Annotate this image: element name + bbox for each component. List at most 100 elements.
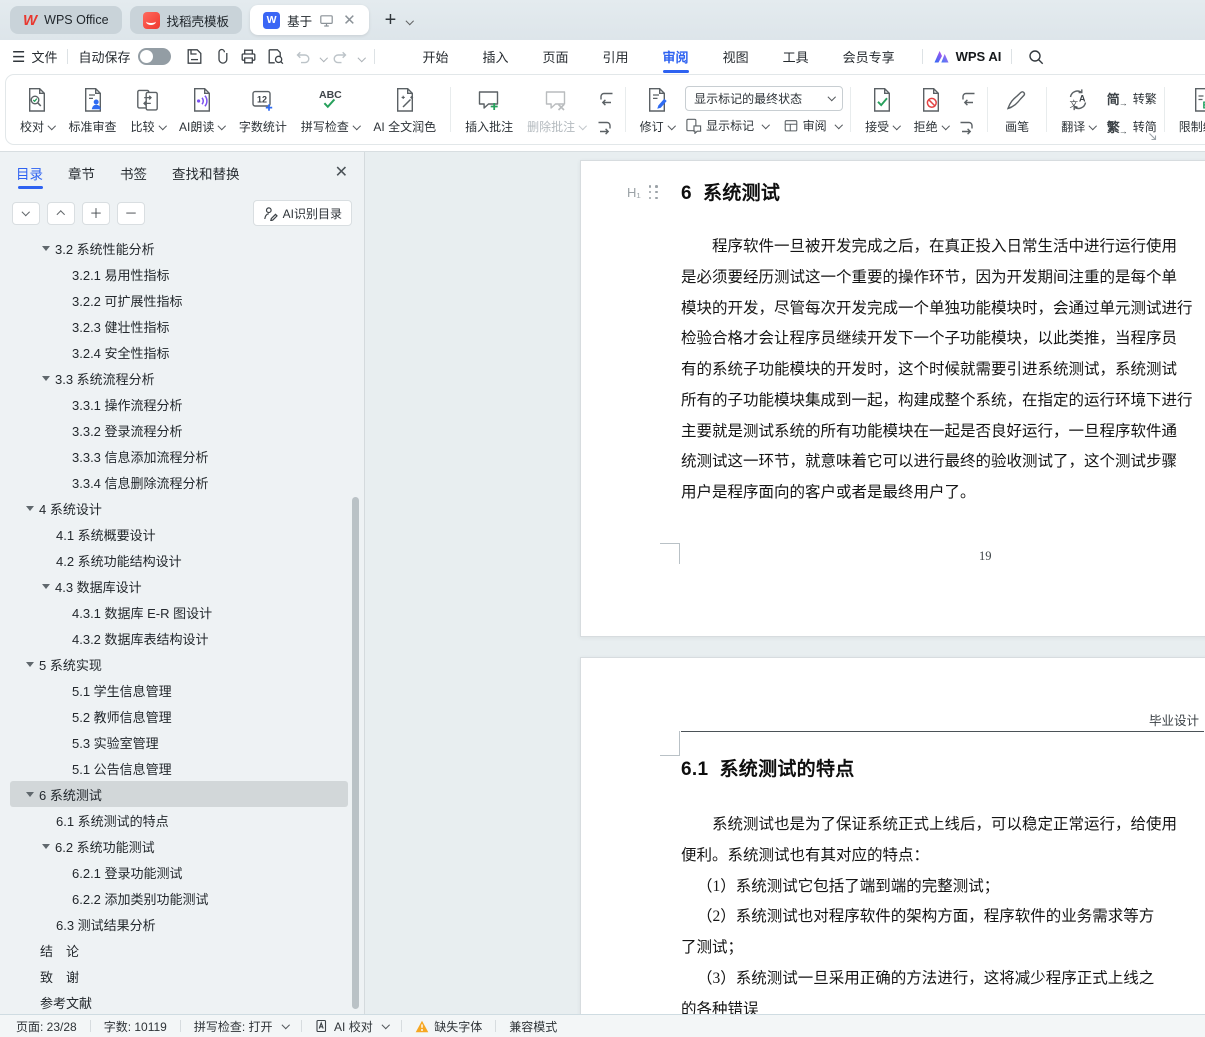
toc-item[interactable]: 5 系统实现 <box>10 651 348 677</box>
undo-chevron-icon[interactable] <box>316 49 329 64</box>
previous-change-icon[interactable] <box>958 89 977 108</box>
expand-all-button[interactable] <box>12 201 40 225</box>
next-comment-icon[interactable] <box>596 118 615 137</box>
menu-home[interactable]: 开始 <box>405 40 465 73</box>
standard-review-button[interactable]: 标准审查 <box>62 79 124 140</box>
tab-bookmarks[interactable]: 书签 <box>120 152 147 194</box>
new-tab-button[interactable]: + <box>385 10 397 30</box>
track-changes-button[interactable]: 修订 <box>633 79 682 140</box>
tab-chapters[interactable]: 章节 <box>68 152 95 194</box>
toc-item[interactable]: 3.3.3 信息添加流程分析 <box>10 443 348 469</box>
collapse-arrow-icon[interactable] <box>42 583 50 589</box>
collapse-arrow-icon[interactable] <box>42 843 50 849</box>
export-clip-icon[interactable] <box>208 45 235 69</box>
previous-comment-icon[interactable] <box>596 89 615 108</box>
toc-item[interactable]: 4.2 系统功能结构设计 <box>10 547 348 573</box>
toc-item[interactable]: 6.1 系统测试的特点 <box>10 807 348 833</box>
review-pane-button[interactable]: 审阅 <box>783 117 843 134</box>
zoom-in-button[interactable]: ＋ <box>82 201 110 225</box>
menu-tools[interactable]: 工具 <box>766 40 826 73</box>
menu-page[interactable]: 页面 <box>526 40 586 73</box>
collapse-arrow-icon[interactable] <box>42 245 50 251</box>
toc-item[interactable]: 6 系统测试 <box>10 781 348 807</box>
tab-docer-templates[interactable]: 找稻壳模板 <box>129 6 243 34</box>
word-count-indicator[interactable]: 字数: 10119 <box>104 1018 167 1035</box>
toc-item[interactable]: 4.3.2 数据库表结构设计 <box>10 625 348 651</box>
reject-button[interactable]: 拒绝 <box>907 79 956 140</box>
tab-find-replace[interactable]: 查找和替换 <box>172 152 240 194</box>
document-page-20[interactable]: 毕业设计 6.1 系统测试的特点 系统测试也是为了保证系统正式上线后，可以稳定正… <box>580 657 1205 1014</box>
tab-toc[interactable]: 目录 <box>16 152 43 194</box>
zoom-out-button[interactable]: － <box>117 201 145 225</box>
dialog-launcher-icon[interactable] <box>1148 132 1157 141</box>
ai-proofread-status[interactable]: AI 校对 <box>315 1018 390 1035</box>
search-icon[interactable] <box>1022 45 1049 69</box>
close-tab-icon[interactable]: ✕ <box>343 13 356 28</box>
toc-item[interactable]: 3.2.4 安全性指标 <box>10 339 348 365</box>
hamburger-menu-icon[interactable]: ☰ <box>12 48 25 66</box>
collapse-arrow-icon[interactable] <box>42 375 50 381</box>
toc-item[interactable]: 5.1 公告信息管理 <box>10 755 348 781</box>
toc-item[interactable]: 6.3 测试结果分析 <box>10 911 348 937</box>
ai-polish-button[interactable]: AI 全文润色 <box>366 79 443 140</box>
toc-item[interactable]: 3.3.2 登录流程分析 <box>10 417 348 443</box>
translate-button[interactable]: A 文 翻译 <box>1054 79 1103 140</box>
redo-chevron-icon[interactable] <box>354 49 366 64</box>
restrict-edit-button[interactable]: E 限制编辑 <box>1172 79 1205 140</box>
tab-wps-office[interactable]: W WPS Office <box>10 6 122 34</box>
print-preview-icon[interactable] <box>262 45 289 69</box>
toc-item[interactable]: 6.2.1 登录功能测试 <box>10 859 348 885</box>
heading-level-marker[interactable]: H₁ <box>627 185 659 200</box>
collapse-all-button[interactable] <box>47 201 75 225</box>
insert-comment-button[interactable]: 插入批注 <box>458 79 520 140</box>
word-count-button[interactable]: 12 字数统计 <box>232 79 294 140</box>
collapse-arrow-icon[interactable] <box>26 661 34 667</box>
toc-item[interactable]: 6.2.2 添加类别功能测试 <box>10 885 348 911</box>
spell-check-button[interactable]: ABC 拼写检查 <box>294 79 367 140</box>
toc-item[interactable]: 6.2 系统功能测试 <box>10 833 348 859</box>
print-icon[interactable] <box>235 45 262 69</box>
document-canvas[interactable]: H₁ 6 系统测试 程序软件一旦被开发完成之后，在真正投入日常生活中进行运行使用… <box>365 152 1205 1014</box>
pen-button[interactable]: 画笔 <box>995 79 1039 140</box>
menu-reference[interactable]: 引用 <box>586 40 646 73</box>
accept-button[interactable]: 接受 <box>858 79 907 140</box>
toc-item[interactable]: 5.3 实验室管理 <box>10 729 348 755</box>
toc-item[interactable]: 4 系统设计 <box>10 495 348 521</box>
undo-icon[interactable] <box>289 45 316 69</box>
document-page-19[interactable]: H₁ 6 系统测试 程序软件一旦被开发完成之后，在真正投入日常生活中进行运行使用… <box>580 160 1205 637</box>
collapse-arrow-icon[interactable] <box>26 791 34 797</box>
page-indicator[interactable]: 页面: 23/28 <box>16 1018 77 1035</box>
redo-icon[interactable] <box>327 45 354 69</box>
tab-list-chevron-icon[interactable] <box>402 11 414 29</box>
toc-item[interactable]: 5.1 学生信息管理 <box>10 677 348 703</box>
autosave-toggle[interactable] <box>138 48 172 65</box>
save-icon[interactable] <box>181 45 208 69</box>
markup-state-select[interactable]: 显示标记的最终状态 <box>685 86 844 111</box>
toc-item[interactable]: 致 谢 <box>10 963 348 989</box>
menu-review[interactable]: 审阅 <box>646 40 706 73</box>
show-markup-button[interactable]: 显示标记 <box>685 117 770 134</box>
menu-membership[interactable]: 会员专享 <box>826 40 912 73</box>
compare-button[interactable]: 比较 <box>124 79 173 140</box>
toc-item[interactable]: 5.2 教师信息管理 <box>10 703 348 729</box>
wps-ai-button[interactable]: WPS AI <box>933 49 1001 65</box>
drag-handle-icon[interactable] <box>648 185 659 200</box>
simplified-to-traditional-button[interactable]: 简→ 转繁 <box>1107 89 1157 108</box>
collapse-arrow-icon[interactable] <box>26 505 34 511</box>
toc-item[interactable]: 3.3.1 操作流程分析 <box>10 391 348 417</box>
toc-item[interactable]: 3.2 系统性能分析 <box>10 235 348 261</box>
toc-item[interactable]: 4.1 系统概要设计 <box>10 521 348 547</box>
proofread-button[interactable]: 校对 <box>13 79 62 140</box>
toc-item[interactable]: 4.3.1 数据库 E-R 图设计 <box>10 599 348 625</box>
toc-item[interactable]: 3.2.1 易用性指标 <box>10 261 348 287</box>
next-change-icon[interactable] <box>958 118 977 137</box>
missing-font-warning[interactable]: 缺失字体 <box>415 1018 482 1035</box>
menu-view[interactable]: 视图 <box>706 40 766 73</box>
file-menu[interactable]: 文件 <box>31 47 57 66</box>
menu-insert[interactable]: 插入 <box>466 40 526 73</box>
ai-recognize-toc-button[interactable]: AI识别目录 <box>252 200 352 226</box>
toc-item[interactable]: 3.2.2 可扩展性指标 <box>10 287 348 313</box>
toc-item[interactable]: 4.3 数据库设计 <box>10 573 348 599</box>
toc-item[interactable]: 3.3.4 信息删除流程分析 <box>10 469 348 495</box>
toc-item[interactable]: 3.3 系统流程分析 <box>10 365 348 391</box>
